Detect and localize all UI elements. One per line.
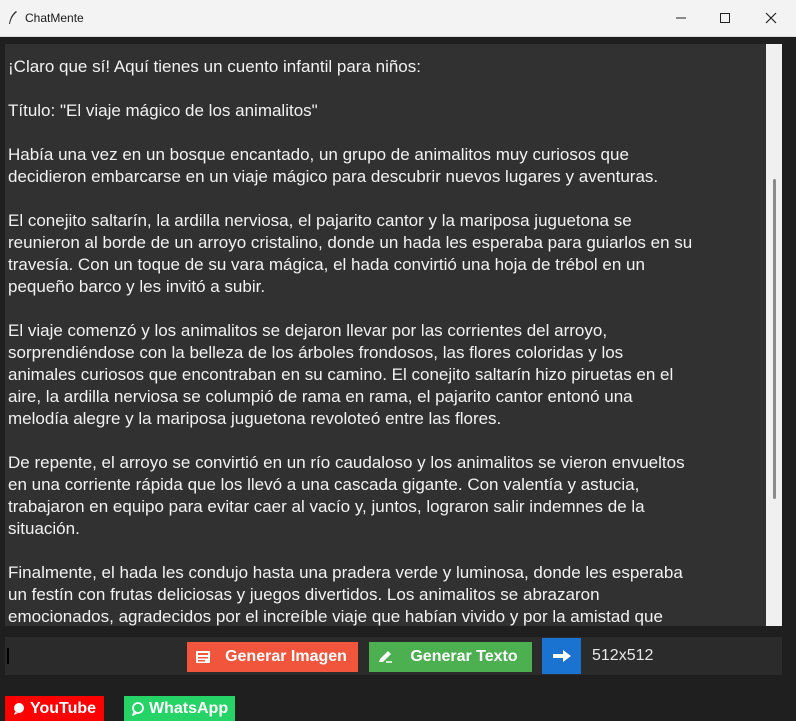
send-button[interactable]: [542, 638, 581, 674]
generate-text-button[interactable]: Generar Texto: [369, 642, 532, 672]
window-title: ChatMente: [25, 11, 84, 25]
generate-text-label: Generar Texto: [410, 648, 518, 665]
prompt-input[interactable]: [5, 637, 183, 675]
whatsapp-label: WhatsApp: [149, 699, 229, 717]
scrollbar-thumb[interactable]: [773, 179, 776, 499]
image-size-label: 512x512: [592, 647, 654, 664]
text-cursor: [7, 648, 9, 664]
arrow-right-icon: [552, 650, 571, 662]
close-icon: [765, 12, 777, 24]
feather-pen-icon: [9, 11, 17, 24]
paragraph-5: Finalmente, el hada les condujo hasta un…: [8, 563, 683, 626]
close-button[interactable]: [748, 0, 794, 36]
title-bar: ChatMente: [0, 0, 796, 37]
paragraph-1: Había una vez en un bosque encantado, un…: [8, 145, 659, 186]
chat-scrollbar[interactable]: [766, 44, 782, 626]
youtube-button[interactable]: YouTube: [5, 696, 104, 721]
whatsapp-button[interactable]: WhatsApp: [124, 696, 235, 721]
paragraph-4: De repente, el arroyo se convirtió en un…: [8, 453, 685, 538]
input-toolbar: Generar Imagen Generar Texto 512x512: [5, 637, 782, 675]
paragraph-title: Título: "El viaje mágico de los animalit…: [8, 101, 318, 120]
generate-image-label: Generar Imagen: [225, 648, 347, 665]
paragraph-intro: ¡Claro que sí! Aquí tienes un cuento inf…: [8, 57, 421, 76]
pencil-icon: [374, 650, 396, 664]
minimize-button[interactable]: [658, 0, 704, 36]
youtube-label: YouTube: [30, 699, 97, 717]
maximize-button[interactable]: [702, 0, 748, 36]
chat-response-text: ¡Claro que sí! Aquí tienes un cuento inf…: [8, 56, 766, 626]
chat-output-area[interactable]: ¡Claro que sí! Aquí tienes un cuento inf…: [5, 44, 766, 626]
paragraph-3: El viaje comenzó y los animalitos se dej…: [8, 321, 674, 428]
maximize-icon: [720, 13, 730, 23]
minimize-icon: [676, 17, 686, 19]
generate-image-button[interactable]: Generar Imagen: [187, 642, 358, 672]
speech-bubble-icon: [12, 702, 26, 716]
chat-bubble-icon: [131, 701, 145, 716]
paragraph-2: El conejito saltarín, la ardilla nervios…: [8, 211, 693, 296]
image-file-icon: [192, 650, 214, 664]
